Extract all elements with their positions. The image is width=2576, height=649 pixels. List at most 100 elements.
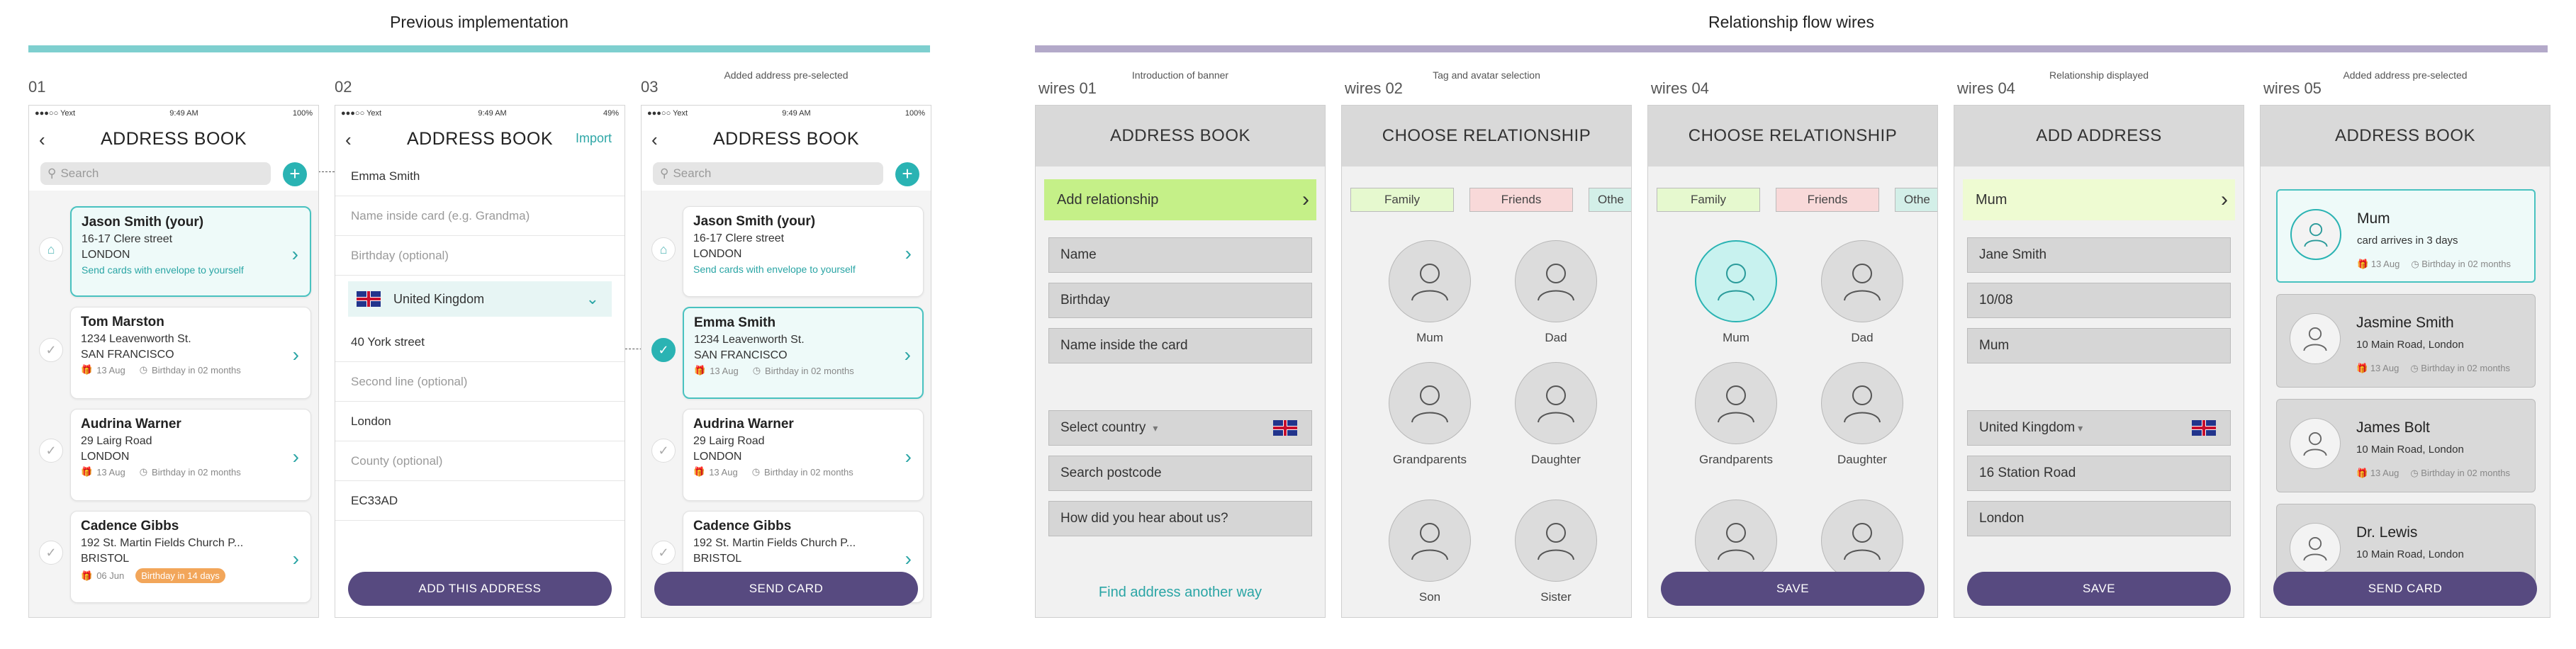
tag-friends[interactable]: Friends xyxy=(1469,188,1573,212)
search-icon: ⚲ xyxy=(47,167,57,180)
avatar-partial[interactable] xyxy=(1695,500,1777,582)
send-card-button[interactable]: SEND CARD xyxy=(2273,572,2537,606)
banner-label: Add relationship xyxy=(1057,191,1159,208)
address-card[interactable]: Audrina Warner 29 Lairg Road LONDON 🎁 13 … xyxy=(683,409,924,501)
add-address-button[interactable]: + xyxy=(283,162,307,186)
avatar-daughter[interactable] xyxy=(1515,362,1597,444)
import-button[interactable]: Import xyxy=(576,131,612,146)
address-card-selected[interactable]: Emma Smith 1234 Leavenworth St. SAN FRAN… xyxy=(683,307,924,399)
country-select[interactable]: Select country ▾ xyxy=(1048,410,1312,446)
postcode-search-field[interactable]: Search postcode xyxy=(1048,456,1312,491)
address-line-field[interactable]: 16 Station Road xyxy=(1967,456,2231,491)
save-button[interactable]: SAVE xyxy=(1661,572,1925,606)
person-icon xyxy=(1718,523,1754,560)
person-icon xyxy=(1718,385,1754,423)
avatar-daughter[interactable] xyxy=(1821,362,1903,444)
date: 13 Aug xyxy=(709,466,738,478)
search-row: ⚲ Search + xyxy=(642,157,931,191)
city-field[interactable]: London xyxy=(335,402,625,441)
tag-friends[interactable]: Friends xyxy=(1776,188,1879,212)
country-select[interactable]: United Kingdom ▾ xyxy=(1967,410,2231,446)
county-field[interactable]: County (optional) xyxy=(335,441,625,481)
person-icon xyxy=(1411,264,1448,301)
hear-about-us-field[interactable]: How did you hear about us? xyxy=(1048,501,1312,536)
search-input[interactable]: ⚲ Search xyxy=(40,162,271,185)
tag-family[interactable]: Family xyxy=(1657,188,1760,212)
person-icon xyxy=(2304,222,2328,247)
avatar-partial[interactable] xyxy=(1821,500,1903,582)
birthday-field[interactable]: Birthday xyxy=(1048,283,1312,318)
date: 13 Aug xyxy=(2370,259,2400,269)
back-chevron-icon[interactable]: ‹ xyxy=(651,129,658,151)
find-address-link[interactable]: Find address another way xyxy=(1036,585,1325,601)
address-city: BRISTOL xyxy=(693,553,742,565)
contact-card-selected[interactable]: Mum card arrives in 3 days 🎁 13 Aug ◷ Bir… xyxy=(2276,189,2536,283)
contact-sub: 10 Main Road, London xyxy=(2356,339,2464,351)
save-button[interactable]: SAVE xyxy=(1967,572,2231,606)
check-icon[interactable]: ✓ xyxy=(39,439,63,463)
avatar-grandparents[interactable] xyxy=(1695,362,1777,444)
address-card[interactable]: Cadence Gibbs 192 St. Martin Fields Chur… xyxy=(70,511,311,603)
add-address-button[interactable]: + xyxy=(895,162,919,186)
page-title: ADDRESS BOOK xyxy=(1109,126,1251,145)
check-icon[interactable]: ✓ xyxy=(39,338,63,362)
tag-family[interactable]: Family xyxy=(1350,188,1454,212)
contact-card[interactable]: James Bolt 10 Main Road, London 🎁 13 Aug… xyxy=(2276,399,2536,492)
nav-bar: ‹ ADDRESS BOOK Import xyxy=(335,121,625,157)
column-caption-wires-02: Tag and avatar selection xyxy=(1433,69,1540,81)
check-icon[interactable]: ✓ xyxy=(651,439,676,463)
name-field[interactable]: Name xyxy=(1048,237,1312,273)
contact-name: Dr. Lewis xyxy=(2356,524,2418,541)
name-inside-card-field[interactable]: Name inside card (e.g. Grandma) xyxy=(335,196,625,236)
name-inside-card-field[interactable]: Mum xyxy=(1967,328,2231,363)
avatar-sister[interactable] xyxy=(1515,500,1597,582)
person-icon xyxy=(1411,385,1448,423)
add-relationship-banner[interactable]: Add relationship › xyxy=(1044,179,1316,220)
contact-name: Audrina Warner xyxy=(81,417,181,431)
postcode-field[interactable]: EC33AD xyxy=(335,481,625,521)
wire-header: ADD ADDRESS xyxy=(1954,106,2244,167)
address-card[interactable]: Audrina Warner 29 Lairg Road LONDON 🎁 13 … xyxy=(70,409,311,501)
tag-other[interactable]: Othe xyxy=(1895,188,1937,212)
avatar-dad[interactable] xyxy=(1821,240,1903,322)
chevron-right-icon: › xyxy=(2221,188,2228,211)
person-icon xyxy=(1538,385,1574,423)
status-bar: ●●●○○ Yext 9:49 AM 49% xyxy=(335,106,625,121)
check-icon[interactable]: ✓ xyxy=(39,541,63,565)
back-chevron-icon[interactable]: ‹ xyxy=(345,129,352,151)
avatar xyxy=(2290,418,2341,469)
birthday-field[interactable]: 10/08 xyxy=(1967,283,2231,318)
add-this-address-button[interactable]: ADD THIS ADDRESS xyxy=(348,572,612,606)
check-icon[interactable]: ✓ xyxy=(651,338,676,362)
city-field[interactable]: London xyxy=(1967,501,2231,536)
search-input[interactable]: ⚲ Search xyxy=(653,162,883,185)
tag-other[interactable]: Othe xyxy=(1589,188,1631,212)
name-field[interactable]: Jane Smith xyxy=(1967,237,2231,273)
carrier: ●●●○○ Yext xyxy=(647,109,688,118)
country-select[interactable]: United Kingdom ⌄ xyxy=(348,281,612,317)
address-card[interactable]: Jason Smith (your) 16-17 Clere street LO… xyxy=(70,206,311,297)
address-card[interactable]: Jason Smith (your) 16-17 Clere street LO… xyxy=(683,206,924,297)
page-title: ADDRESS BOOK xyxy=(100,128,247,149)
contact-card[interactable]: Jasmine Smith 10 Main Road, London 🎁 13 … xyxy=(2276,294,2536,388)
chevron-down-icon: ⌄ xyxy=(586,290,599,307)
address-card[interactable]: Tom Marston 1234 Leavenworth St. SAN FRA… xyxy=(70,307,311,399)
name-inside-card-field[interactable]: Name inside the card xyxy=(1048,328,1312,363)
back-chevron-icon[interactable]: ‹ xyxy=(39,129,45,151)
check-icon[interactable]: ✓ xyxy=(651,541,676,565)
avatar-mum-selected[interactable] xyxy=(1695,240,1777,322)
avatar-label: Mum xyxy=(1416,331,1443,344)
gift-icon: 🎁 xyxy=(2357,259,2371,269)
clock: 9:49 AM xyxy=(782,109,811,118)
avatar-grandparents[interactable] xyxy=(1389,362,1471,444)
birthday-field[interactable]: Birthday (optional) xyxy=(335,236,625,276)
name-field[interactable]: Emma Smith xyxy=(335,157,625,196)
avatar-son[interactable] xyxy=(1389,500,1471,582)
address-line-1-field[interactable]: 40 York street xyxy=(335,322,625,362)
send-card-button[interactable]: SEND CARD xyxy=(654,572,918,606)
avatar-mum[interactable] xyxy=(1389,240,1471,322)
avatar-dad[interactable] xyxy=(1515,240,1597,322)
page-title: ADD ADDRESS xyxy=(2036,126,2162,145)
relationship-banner[interactable]: Mum › xyxy=(1963,179,2235,220)
address-line-2-field[interactable]: Second line (optional) xyxy=(335,362,625,402)
